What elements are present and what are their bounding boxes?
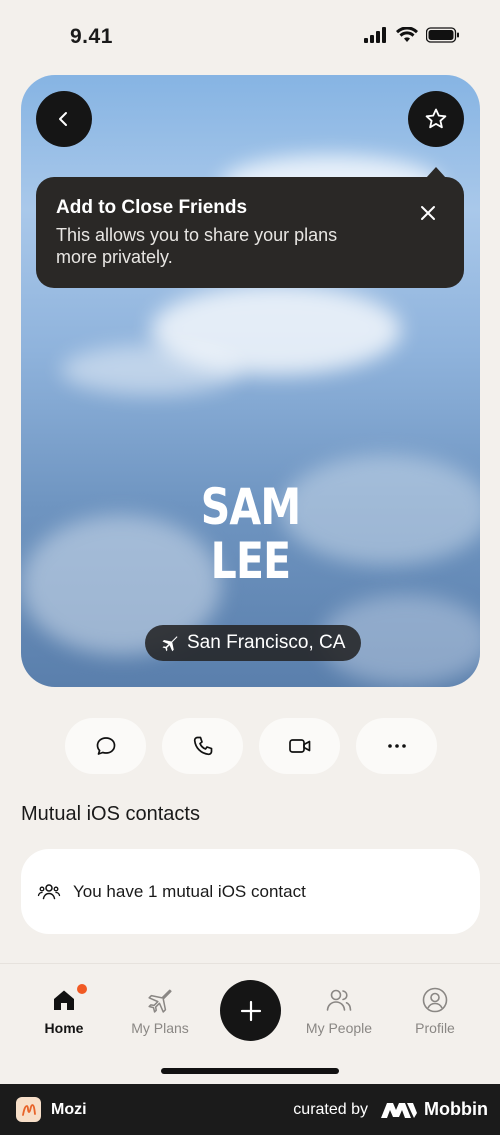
notification-badge [77, 984, 87, 994]
contact-actions [65, 718, 437, 774]
more-icon [387, 744, 406, 748]
location-label: San Francisco, CA [187, 632, 346, 653]
tab-my-people-label: My People [305, 1020, 373, 1036]
tab-profile[interactable]: Profile [390, 984, 480, 1036]
message-icon [96, 737, 115, 755]
airplane-icon [162, 636, 178, 652]
status-time: 9.41 [70, 25, 113, 48]
tab-bar: Home My Plans My People Profile [0, 963, 500, 1084]
contact-first-name: SAM [200, 478, 301, 536]
tab-my-plans-label: My Plans [131, 1020, 189, 1036]
phone-icon [193, 736, 212, 756]
tab-home-label: Home [44, 1020, 84, 1036]
location-pill: San Francisco, CA [145, 625, 362, 661]
tooltip-title: Add to Close Friends [56, 197, 248, 218]
curated-by-label: curated by [293, 1100, 369, 1118]
video-call-button[interactable] [259, 718, 340, 774]
mozi-logo-icon [16, 1097, 41, 1122]
profile-hero-card: SAM LEE San Francisco, CA [21, 75, 480, 687]
people-icon [37, 883, 61, 899]
tab-profile-label: Profile [415, 1020, 455, 1036]
battery-icon [426, 27, 459, 43]
home-icon [54, 990, 74, 1010]
star-icon [425, 108, 447, 129]
signal-icon [364, 27, 386, 43]
brand-name: Mobbin [424, 1099, 488, 1119]
contact-name: SAM LEE [62, 480, 438, 588]
people-icon [326, 989, 352, 1011]
tooltip-body: This allows you to share your plans more… [56, 225, 338, 267]
airplane-icon [148, 989, 172, 1013]
attribution-footer: Mozi curated by Mobbin [0, 1084, 500, 1135]
tab-home[interactable]: Home [19, 984, 109, 1036]
tooltip-arrow [426, 167, 446, 178]
favorite-button[interactable] [408, 91, 464, 147]
app-name: Mozi [51, 1100, 87, 1118]
contact-last-name: LEE [210, 532, 292, 590]
home-indicator [161, 1068, 339, 1074]
tab-my-plans[interactable]: My Plans [115, 984, 205, 1036]
mutual-contacts-card[interactable]: You have 1 mutual iOS contact [21, 849, 480, 934]
video-icon [288, 739, 310, 753]
mobbin-logo-icon [381, 1102, 418, 1118]
message-button[interactable] [65, 718, 146, 774]
tab-my-people[interactable]: My People [294, 984, 384, 1036]
status-bar: 9.41 [0, 0, 500, 72]
status-icons [364, 27, 460, 43]
profile-icon [422, 987, 448, 1013]
wifi-icon [396, 27, 418, 42]
create-plan-button[interactable] [220, 980, 281, 1041]
close-icon[interactable] [418, 203, 438, 223]
cloud-shape [61, 345, 241, 395]
section-title: Mutual iOS contacts [21, 803, 200, 825]
more-button[interactable] [356, 718, 437, 774]
chevron-left-icon [59, 112, 67, 126]
mutual-contacts-text: You have 1 mutual iOS contact [73, 881, 306, 901]
back-button[interactable] [36, 91, 92, 147]
plus-icon [240, 1000, 261, 1021]
close-friends-tooltip: Add to Close Friends This allows you to … [36, 167, 464, 288]
call-button[interactable] [162, 718, 243, 774]
